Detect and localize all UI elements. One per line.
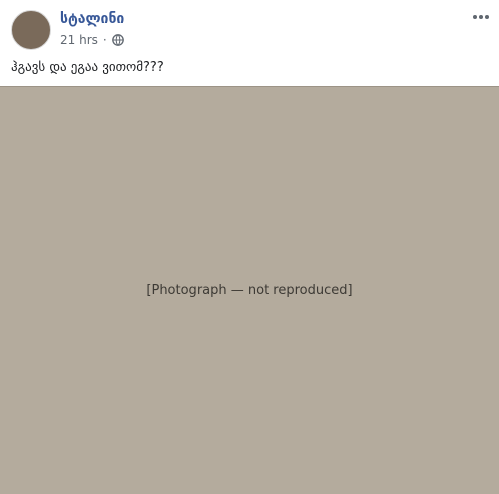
post-meta: 21 hrs · — [60, 32, 124, 48]
post-timestamp[interactable]: 21 hrs — [60, 33, 98, 47]
meta-separator: · — [102, 33, 107, 47]
image-placeholder-label: [Photograph — not reproduced] — [146, 283, 353, 298]
post-image-placeholder[interactable]: [Photograph — not reproduced] — [0, 86, 499, 494]
author-avatar[interactable] — [11, 10, 51, 50]
feed-post: სტალინი 21 hrs · ჰგავს და ეგაა ვითომ??? … — [0, 0, 499, 494]
author-name[interactable]: სტალინი — [60, 11, 124, 27]
post-header: სტალინი 21 hrs · — [0, 0, 499, 56]
post-text: ჰგავს და ეგაა ვითომ??? — [11, 60, 164, 75]
more-options-icon[interactable] — [468, 6, 494, 28]
globe-icon[interactable] — [111, 34, 124, 46]
